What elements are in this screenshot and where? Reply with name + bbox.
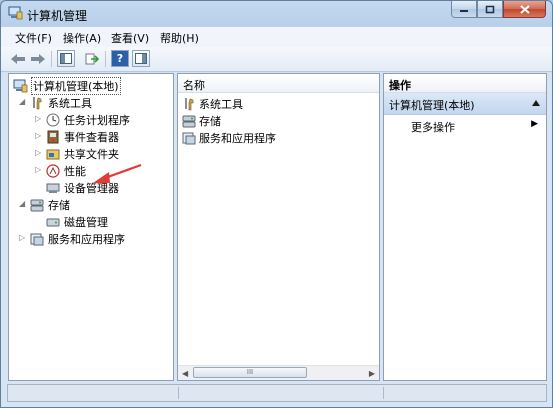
console-tree[interactable]: 计算机管理(本地) ◢ 系统工具 ▷ 任务计划程序 ▷ 事件查看器 ▷ 共享文件… <box>8 73 174 381</box>
computer-management-icon <box>12 79 28 93</box>
expand-arrow-icon[interactable]: ▷ <box>19 233 27 243</box>
show-hide-action-pane-button[interactable] <box>132 50 150 67</box>
maximize-icon <box>485 5 495 13</box>
menu-bar: 文件(F) 操作(A) 查看(V) 帮助(H) <box>1 27 552 47</box>
tree-item-label: 系统工具 <box>48 96 92 110</box>
actions-pane: 操作 计算机管理(本地) 更多操作 ▶ <box>383 73 547 381</box>
window: 计算机管理 文件(F) 操作(A) 查看(V) 帮助(H) ? 计算机管理(本地… <box>0 0 553 408</box>
export-icon <box>85 53 99 64</box>
tree-item-shared-folders[interactable]: 共享文件夹 <box>45 145 119 162</box>
back-button[interactable] <box>9 50 27 67</box>
tree-item-storage[interactable]: 存储 <box>29 196 70 213</box>
actions-section-header[interactable]: 计算机管理(本地) <box>384 93 546 115</box>
shared-folder-icon <box>45 147 61 161</box>
list-item[interactable]: 服务和应用程序 <box>181 129 276 146</box>
tools-icon <box>29 96 45 110</box>
title-bar[interactable]: 计算机管理 <box>1 1 552 27</box>
status-bar <box>7 384 547 402</box>
list-item[interactable]: 存储 <box>181 112 221 129</box>
disk-icon <box>45 215 61 229</box>
collapse-arrow-icon[interactable]: ◢ <box>19 199 27 209</box>
console-tree-icon <box>60 53 72 64</box>
expand-arrow-icon[interactable]: ▷ <box>35 131 43 141</box>
help-button[interactable]: ? <box>111 50 129 67</box>
action-pane-icon <box>135 53 147 64</box>
event-viewer-icon <box>45 130 61 144</box>
tree-item-label: 任务计划程序 <box>64 113 130 127</box>
forward-button[interactable] <box>29 50 47 67</box>
menu-file[interactable]: 文件(F) <box>15 30 52 46</box>
close-icon <box>519 4 530 14</box>
more-actions-link[interactable]: 更多操作 <box>411 119 455 135</box>
minimize-button[interactable] <box>451 1 477 18</box>
export-list-button[interactable] <box>83 50 101 67</box>
collapse-arrow-icon[interactable]: ◢ <box>19 97 27 107</box>
tree-item-performance[interactable]: 性能 <box>45 162 86 179</box>
window-title: 计算机管理 <box>27 9 88 23</box>
scroll-thumb[interactable]: III <box>193 367 307 378</box>
list-item[interactable]: 系统工具 <box>181 95 243 112</box>
computer-management-icon <box>8 6 23 20</box>
scroll-right-icon[interactable]: ▶ <box>369 369 375 378</box>
annotation-arrow-icon <box>93 163 142 183</box>
tree-root-label: 计算机管理(本地) <box>31 76 121 95</box>
help-icon: ? <box>116 52 124 65</box>
clock-icon <box>45 113 61 127</box>
tree-item-disk-management[interactable]: 磁盘管理 <box>45 213 108 230</box>
tree-item-label: 共享文件夹 <box>64 147 119 161</box>
storage-icon <box>181 114 197 128</box>
forward-arrow-icon <box>31 53 45 64</box>
tree-item-label: 性能 <box>64 164 86 178</box>
tree-item-label: 事件查看器 <box>64 130 119 144</box>
services-icon <box>29 232 45 246</box>
actions-header: 操作 <box>384 74 546 93</box>
results-list[interactable]: 名称 系统工具 存储 服务和应用程序 ◀ III ▶ <box>177 73 380 381</box>
tree-item-label: 存储 <box>48 198 70 212</box>
performance-icon <box>45 163 61 178</box>
expand-arrow-icon[interactable]: ▷ <box>35 165 43 175</box>
tree-item-label: 磁盘管理 <box>64 215 108 229</box>
menu-view[interactable]: 查看(V) <box>111 30 149 46</box>
tree-root[interactable]: 计算机管理(本地) <box>12 76 121 95</box>
tree-item-event-viewer[interactable]: 事件查看器 <box>45 128 119 145</box>
show-hide-tree-button[interactable] <box>57 50 75 67</box>
scroll-left-icon[interactable]: ◀ <box>182 369 188 378</box>
storage-icon <box>29 198 45 212</box>
close-button[interactable] <box>503 1 546 18</box>
back-arrow-icon <box>11 53 25 64</box>
menu-action[interactable]: 操作(A) <box>63 30 101 46</box>
tree-item-task-scheduler[interactable]: 任务计划程序 <box>45 111 130 128</box>
menu-help[interactable]: 帮助(H) <box>160 30 199 46</box>
minimize-icon <box>460 10 468 12</box>
toolbar: ? <box>1 47 552 72</box>
column-header-name[interactable]: 名称 <box>178 74 379 93</box>
submenu-arrow-icon[interactable]: ▶ <box>531 119 538 129</box>
services-icon <box>181 131 197 145</box>
device-manager-icon <box>45 181 61 195</box>
maximize-button[interactable] <box>477 1 503 18</box>
tree-item-system-tools[interactable]: 系统工具 <box>29 94 92 111</box>
tree-item-services-apps[interactable]: 服务和应用程序 <box>29 230 125 247</box>
tree-item-label: 服务和应用程序 <box>48 232 125 246</box>
expand-arrow-icon[interactable]: ▷ <box>35 148 43 158</box>
tools-icon <box>181 97 197 111</box>
collapse-up-icon[interactable] <box>532 100 540 106</box>
horizontal-scrollbar[interactable]: ◀ III ▶ <box>178 365 379 380</box>
expand-arrow-icon[interactable]: ▷ <box>35 114 43 124</box>
